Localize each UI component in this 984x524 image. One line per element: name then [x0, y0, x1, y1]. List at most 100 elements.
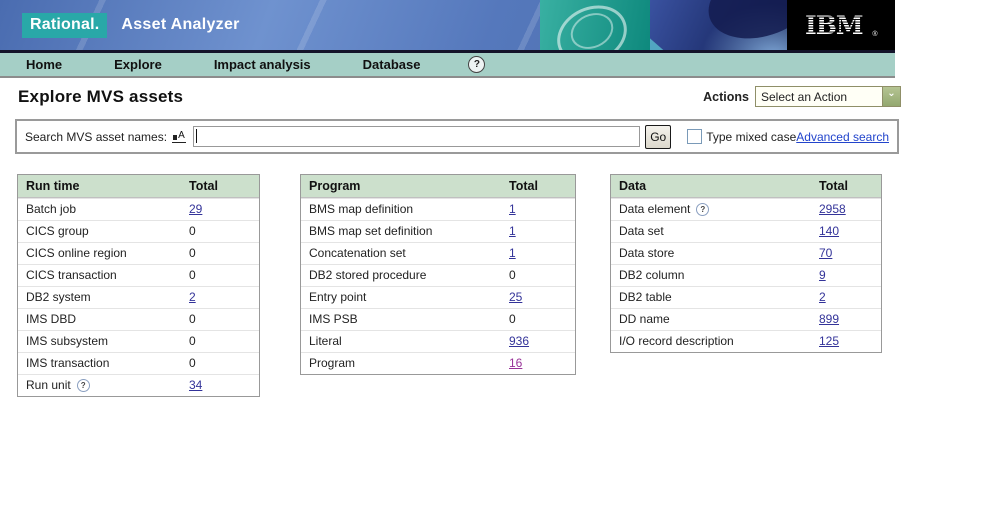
table-row: IMS transaction 0 — [18, 352, 259, 374]
ibm-logo: IBM ® — [787, 0, 895, 50]
total-count-link[interactable]: 1 — [509, 202, 516, 216]
table-row: Data set 140 — [611, 220, 881, 242]
asset-type-label: Program — [309, 356, 356, 370]
asset-type-label: DB2 stored procedure — [309, 268, 427, 282]
asset-type-label: Batch job — [26, 202, 77, 216]
actions-area: Actions Select an Action — [703, 86, 901, 107]
total-cell: 0 — [189, 246, 251, 260]
total-count: 0 — [189, 224, 196, 238]
total-cell: 16 — [509, 356, 567, 370]
total-cell: 899 — [819, 312, 873, 326]
total-cell: 0 — [189, 224, 251, 238]
navy-art-block — [650, 0, 787, 50]
mixed-case-label: Type mixed case — [706, 129, 797, 144]
total-count-link[interactable]: 2958 — [819, 202, 846, 216]
total-count-link[interactable]: 9 — [819, 268, 826, 282]
total-count: 0 — [189, 268, 196, 282]
asset-type-label: Literal — [309, 334, 342, 348]
mixed-case-checkbox[interactable] — [687, 129, 703, 144]
search-input[interactable] — [192, 126, 641, 147]
total-count: 0 — [189, 334, 196, 348]
nav-item-explore[interactable]: Explore — [114, 57, 162, 72]
selected-action: Select an Action — [761, 89, 848, 104]
total-count-link[interactable]: 125 — [819, 334, 839, 348]
nav-item-home[interactable]: Home — [26, 57, 62, 72]
asset-type-label: CICS online region — [26, 246, 127, 260]
nav-item-database[interactable]: Database — [363, 57, 421, 72]
table-header: Run time Total — [18, 175, 259, 198]
total-count-link[interactable]: 70 — [819, 246, 832, 260]
registered-mark: ® — [872, 31, 878, 38]
total-count: 0 — [189, 312, 196, 326]
table-row: Concatenation set 1 — [301, 242, 575, 264]
total-count-link[interactable]: 34 — [189, 378, 202, 392]
teal-art-block — [540, 0, 650, 50]
asset-table-run-time: Run time Total Batch job 29 CICS group 0 CICS … — [17, 174, 260, 397]
asset-type-label: I/O record description — [619, 334, 734, 348]
actions-dropdown[interactable]: Select an Action — [755, 86, 901, 107]
table-row: Entry point 25 — [301, 286, 575, 308]
table-row: DB2 column 9 — [611, 264, 881, 286]
asset-type-label: IMS PSB — [309, 312, 358, 326]
asset-type-label: Data set — [619, 224, 664, 238]
table-row: CICS online region 0 — [18, 242, 259, 264]
asset-type-label: DB2 table — [619, 290, 672, 304]
advanced-search-link[interactable]: Advanced search — [796, 130, 889, 144]
ibm-logo-glyph: IBM — [805, 11, 864, 40]
go-button[interactable]: Go — [645, 124, 672, 149]
asset-type-label: IMS DBD — [26, 312, 77, 326]
asset-type-label: CICS transaction — [26, 268, 117, 282]
table-row: I/O record description 125 — [611, 330, 881, 352]
page-header: Explore MVS assets Actions Select an Act… — [18, 86, 901, 107]
banner-artwork: IBM ® — [540, 0, 895, 50]
total-count: 0 — [189, 356, 196, 370]
text-caret — [195, 129, 197, 143]
asset-type-label: Data store — [619, 246, 675, 260]
table-row: IMS subsystem 0 — [18, 330, 259, 352]
total-count-link[interactable]: 2 — [189, 290, 196, 304]
total-count-link[interactable]: 936 — [509, 334, 529, 348]
page: Rational. Asset Analyzer IBM ® Home Expl… — [0, 0, 901, 397]
total-cell: 1 — [509, 246, 567, 260]
total-count-link[interactable]: 1 — [509, 224, 516, 238]
total-cell: 70 — [819, 246, 873, 260]
total-count-link[interactable]: 1 — [509, 246, 516, 260]
banner: Rational. Asset Analyzer IBM ® — [0, 0, 895, 53]
case-letter: A — [178, 129, 185, 141]
help-icon[interactable]: ? — [468, 56, 486, 73]
total-cell: 2 — [189, 290, 251, 304]
asset-type-label: Run unit? — [26, 378, 189, 392]
total-column-header: Total — [819, 179, 848, 193]
asset-type-label: IMS subsystem — [26, 334, 109, 348]
total-cell: 0 — [509, 312, 567, 326]
table-row: DB2 table 2 — [611, 286, 881, 308]
chevron-down-icon[interactable] — [882, 87, 900, 106]
search-bar: Search MVS asset names: A Go Type mixed … — [15, 119, 899, 154]
total-count-link[interactable]: 140 — [819, 224, 839, 238]
total-cell: 34 — [189, 378, 251, 392]
nav-item-impact-analysis[interactable]: Impact analysis — [214, 57, 311, 72]
table-row: DB2 system 2 — [18, 286, 259, 308]
total-cell: 0 — [189, 356, 251, 370]
total-cell: 0 — [189, 268, 251, 282]
table-header: Program Total — [301, 175, 575, 198]
total-count-link[interactable]: 29 — [189, 202, 202, 216]
table-row: CICS group 0 — [18, 220, 259, 242]
total-count-link[interactable]: 899 — [819, 312, 839, 326]
total-column-header: Total — [509, 179, 538, 193]
asset-type-label: DB2 system — [26, 290, 91, 304]
total-count-link[interactable]: 25 — [509, 290, 522, 304]
table-row: Batch job 29 — [18, 198, 259, 220]
total-cell: 1 — [509, 202, 567, 216]
help-icon[interactable]: ? — [696, 202, 710, 216]
table-row: DD name 899 — [611, 308, 881, 330]
asset-type-label: BMS map set definition — [309, 224, 433, 238]
product-title: Asset Analyzer — [121, 16, 240, 33]
total-count-link[interactable]: 16 — [509, 356, 522, 370]
total-count-link[interactable]: 2 — [819, 290, 826, 304]
help-icon[interactable]: ? — [76, 378, 90, 392]
table-row: Literal 936 — [301, 330, 575, 352]
navbar: Home Explore Impact analysis Database ? — [0, 53, 895, 78]
asset-type-label: DB2 column — [619, 268, 685, 282]
case-square — [173, 134, 178, 140]
